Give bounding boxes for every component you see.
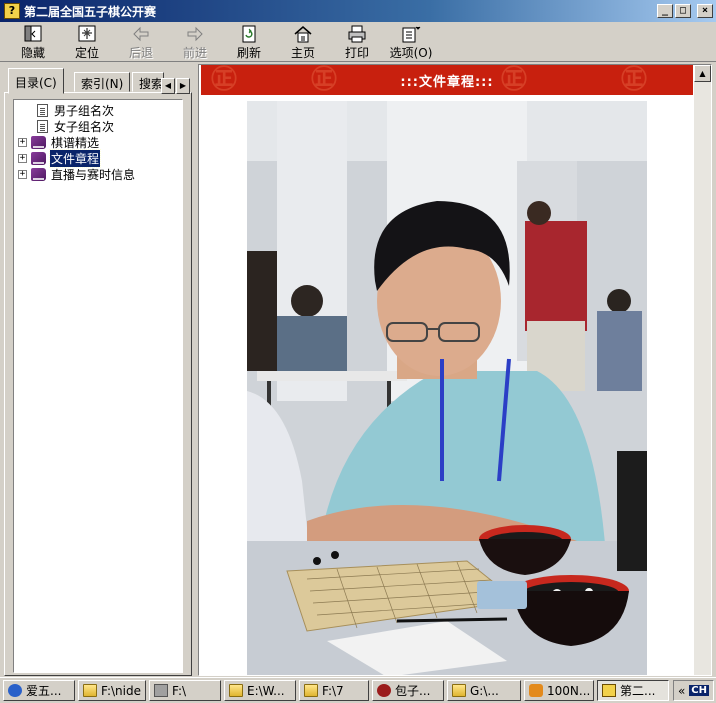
locate-icon	[76, 25, 98, 43]
taskbar-item[interactable]: 包子...	[372, 680, 444, 701]
book-icon	[31, 167, 46, 181]
expand-icon[interactable]: +	[18, 153, 27, 163]
book-icon	[31, 135, 46, 149]
page-icon	[37, 119, 48, 133]
taskbar-item-label: 包子...	[395, 684, 431, 698]
tree-item-game-records[interactable]: + 棋谱精选	[14, 134, 182, 150]
tree-item-label: 直播与赛时信息	[51, 167, 136, 182]
folder-icon	[229, 684, 243, 697]
home-icon	[292, 25, 314, 43]
tree-item-women-ranking[interactable]: 女子组名次	[14, 118, 182, 134]
taskbar-item[interactable]: 100N...	[524, 680, 594, 701]
taskbar-item-label: E:\W...	[247, 683, 285, 698]
content-pane[interactable]: ㊣ ㊣ ㊣ ㊣ :::文件章程::: ▲	[198, 64, 712, 676]
taskbar-item[interactable]: F:\nide	[78, 680, 146, 701]
navigation-pane: 目录(C) 索引(N) 搜索 ◀ ▶ 男子组名次 女子组名次 + 棋谱精选 + …	[2, 64, 194, 676]
taskbar: 爱五... F:\nide F:\ E:\W... F:\7 包子... G:\…	[0, 677, 716, 703]
back-button-label: 后退	[128, 46, 153, 60]
forward-button-label: 前进	[182, 46, 207, 60]
expand-icon[interactable]: +	[18, 169, 27, 179]
expand-icon[interactable]: +	[18, 137, 27, 147]
banner-motif-icon: ㊣	[211, 65, 238, 95]
hide-button-label: 隐藏	[20, 46, 45, 60]
window-title-bar[interactable]: ? 第二届全国五子棋公开赛 _ □ ×	[0, 0, 716, 22]
back-button[interactable]: 后退	[114, 22, 168, 62]
page-banner: ㊣ ㊣ ㊣ ㊣ :::文件章程:::	[201, 65, 693, 95]
locate-button-label: 定位	[74, 46, 99, 60]
options-button[interactable]: 选项(O)	[384, 22, 438, 62]
taskbar-item-label: 第二...	[620, 684, 656, 698]
forward-arrow-icon	[184, 25, 206, 43]
tab-search[interactable]: 搜索	[132, 72, 164, 92]
taskbar-item-label: G:\...	[470, 683, 499, 698]
tree-item-live-info[interactable]: + 直播与赛时信息	[14, 166, 182, 182]
taskbar-item[interactable]: G:\...	[447, 680, 521, 701]
taskbar-item-label: 爱五...	[26, 684, 62, 698]
taskbar-item-active[interactable]: 第二...	[597, 680, 669, 701]
window-title: 第二届全国五子棋公开赛	[24, 4, 157, 19]
close-button[interactable]: ×	[697, 4, 713, 18]
folder-icon	[452, 684, 466, 697]
back-arrow-icon	[130, 25, 152, 43]
nav-tabs: 目录(C) 索引(N) 搜索 ◀ ▶	[4, 68, 192, 94]
page-title: :::文件章程:::	[400, 74, 494, 90]
taskbar-item-label: F:\	[172, 683, 187, 698]
refresh-button[interactable]: 刷新	[222, 22, 276, 62]
tree-item-label: 男子组名次	[54, 103, 115, 118]
help-icon	[602, 684, 616, 697]
taskbar-item[interactable]: F:\	[149, 680, 221, 701]
banner-motif-icon: ㊣	[311, 65, 338, 95]
taskbar-item[interactable]: 爱五...	[3, 680, 75, 701]
minimize-button[interactable]: _	[657, 4, 673, 18]
tree-item-men-ranking[interactable]: 男子组名次	[14, 102, 182, 118]
scroll-up-button[interactable]: ▲	[694, 65, 711, 82]
maximize-button[interactable]: □	[675, 4, 691, 18]
content-scrollbar[interactable]: ▲	[694, 65, 711, 675]
forward-button[interactable]: 前进	[168, 22, 222, 62]
refresh-icon	[238, 25, 260, 43]
help-app-icon: ?	[4, 3, 20, 19]
ime-indicator[interactable]: CH	[689, 685, 709, 696]
locate-button[interactable]: 定位	[60, 22, 114, 62]
tab-scroll-right-button[interactable]: ▶	[176, 78, 190, 94]
print-button-label: 打印	[344, 46, 369, 60]
folder-icon	[304, 684, 318, 697]
options-icon	[400, 25, 422, 43]
options-button-label: 选项(O)	[389, 46, 433, 60]
taskbar-item[interactable]: E:\W...	[224, 680, 296, 701]
tree-item-label: 女子组名次	[54, 119, 115, 134]
banner-motif-icon: ㊣	[621, 65, 648, 95]
tab-scroll-left-button[interactable]: ◀	[161, 78, 175, 94]
maxthon-icon	[8, 684, 22, 697]
hide-button[interactable]: 隐藏	[6, 22, 60, 62]
tab-contents[interactable]: 目录(C)	[8, 68, 64, 94]
taskbar-item[interactable]: F:\7	[299, 680, 369, 701]
tournament-photo	[247, 101, 647, 675]
home-button[interactable]: 主页	[276, 22, 330, 62]
banner-motif-icon: ㊣	[501, 65, 528, 95]
taskbar-item-label: F:\7	[322, 683, 344, 698]
print-icon	[346, 25, 368, 43]
tray-expand-chevron-icon[interactable]: «	[678, 684, 685, 698]
page-icon	[37, 103, 48, 117]
hide-pane-icon	[22, 25, 44, 43]
tab-index[interactable]: 索引(N)	[74, 72, 131, 92]
toolbar: 隐藏 定位 后退 前进 刷新 主页 打印 选项(O)	[0, 22, 716, 62]
app-icon	[529, 684, 543, 697]
home-button-label: 主页	[290, 46, 315, 60]
refresh-button-label: 刷新	[236, 46, 261, 60]
system-tray: « CH	[672, 680, 714, 701]
contents-tree[interactable]: 男子组名次 女子组名次 + 棋谱精选 + 文件章程 + 直播与赛时信息	[13, 99, 183, 673]
print-button[interactable]: 打印	[330, 22, 384, 62]
contents-tab-panel: 男子组名次 女子组名次 + 棋谱精选 + 文件章程 + 直播与赛时信息	[4, 92, 192, 676]
folder-icon	[83, 684, 97, 697]
taskbar-item-label: 100N...	[547, 683, 591, 698]
tree-item-label: 棋谱精选	[51, 135, 100, 150]
tree-item-documents[interactable]: + 文件章程	[14, 148, 182, 168]
taskbar-item-label: F:\nide	[101, 683, 141, 698]
tree-item-label: 文件章程	[48, 148, 102, 168]
book-icon	[31, 151, 46, 165]
app-icon	[377, 684, 391, 697]
drive-icon	[154, 684, 168, 697]
